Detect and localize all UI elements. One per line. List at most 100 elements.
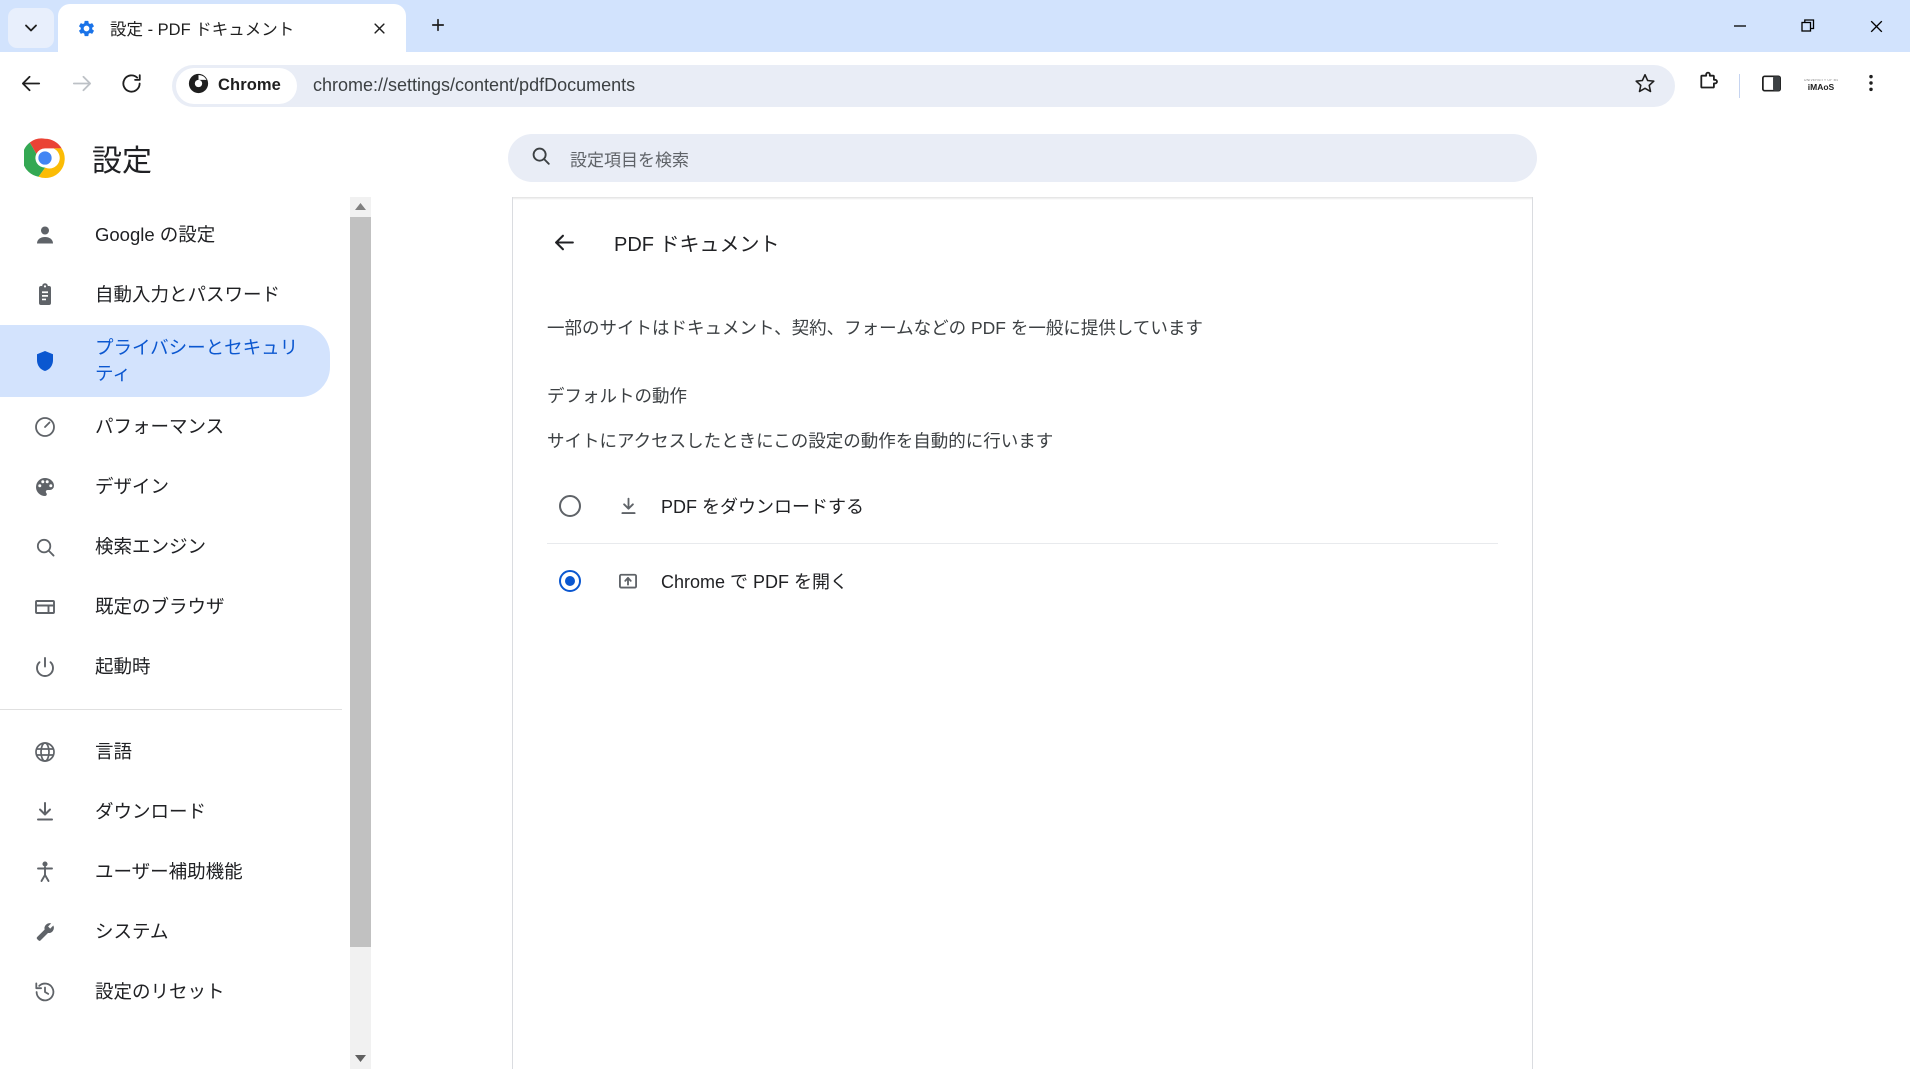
content-header: PDF ドキュメント — [547, 197, 1498, 273]
page-title: 設定 — [92, 136, 152, 180]
tab-strip: 設定 - PDF ドキュメント — [0, 0, 1910, 52]
radio-option-label: Chrome で PDF を開く — [661, 568, 848, 594]
download-icon — [32, 799, 58, 825]
radio-button[interactable] — [559, 495, 581, 517]
search-icon — [32, 534, 58, 560]
settings-sidebar: Google の設定 自動入力とパスワード プライバシーとセキュリティ パフォー… — [0, 197, 342, 1069]
sidebar-item-search-engine[interactable]: 検索エンジン — [0, 517, 330, 577]
window-maximize-button[interactable] — [1774, 0, 1842, 52]
sidebar-item-label: 言語 — [95, 739, 132, 765]
chrome-origin-chip[interactable]: Chrome — [176, 68, 297, 104]
sidebar-item-default-browser[interactable]: 既定のブラウザ — [0, 577, 330, 637]
settings-content-area: PDF ドキュメント 一部のサイトはドキュメント、契約、フォームなどの PDF … — [342, 197, 1910, 1069]
default-behavior-sublabel: サイトにアクセスしたときにこの設定の動作を自動的に行います — [547, 428, 1498, 453]
reload-button[interactable] — [106, 61, 156, 111]
chrome-chip-label: Chrome — [218, 76, 281, 95]
settings-page: 設定 設定項目を検索 Google の設定 自動入力とパスワード — [0, 119, 1910, 1069]
accessibility-icon — [32, 859, 58, 885]
window-controls — [1706, 0, 1910, 52]
sidebar-item-languages[interactable]: 言語 — [0, 722, 330, 782]
chrome-menu-button[interactable] — [1846, 61, 1896, 111]
speedometer-icon — [32, 414, 58, 440]
back-button[interactable] — [6, 61, 56, 111]
toolbar-divider — [1739, 74, 1740, 98]
tab-close-button[interactable] — [366, 15, 392, 41]
reload-icon — [120, 72, 143, 100]
radio-button[interactable] — [559, 570, 581, 592]
sidebar-item-label: ユーザー補助機能 — [95, 859, 243, 885]
sidebar-item-label: パフォーマンス — [95, 414, 224, 440]
default-behavior-label: デフォルトの動作 — [547, 383, 1498, 408]
sidebar-item-label: プライバシーとセキュリティ — [95, 335, 300, 386]
person-icon — [32, 222, 58, 248]
search-icon — [530, 145, 552, 172]
open-in-new-icon — [616, 569, 640, 593]
arrow-back-icon — [20, 72, 43, 100]
settings-content-card: PDF ドキュメント 一部のサイトはドキュメント、契約、フォームなどの PDF … — [512, 197, 1533, 1069]
avatar-image: UNIVERSITY OF Mu iMAoS — [1804, 79, 1838, 92]
avatar[interactable]: UNIVERSITY OF Mu iMAoS — [1804, 73, 1838, 99]
radio-option-open-in-chrome[interactable]: Chrome で PDF を開く — [547, 543, 1498, 617]
forward-button[interactable] — [56, 61, 106, 111]
three-dot-menu-icon — [1860, 72, 1882, 99]
url-text[interactable]: chrome://settings/content/pdfDocuments — [313, 75, 1623, 96]
sidebar-item-label: 設定のリセット — [95, 979, 225, 1005]
window-close-button[interactable] — [1842, 0, 1910, 52]
new-tab-button[interactable] — [418, 7, 458, 47]
sidebar-item-google[interactable]: Google の設定 — [0, 205, 330, 265]
address-bar[interactable]: Chrome chrome://settings/content/pdfDocu… — [172, 65, 1675, 107]
sidebar-item-appearance[interactable]: デザイン — [0, 457, 330, 517]
gear-icon — [76, 18, 96, 38]
window-minimize-button[interactable] — [1706, 0, 1774, 52]
settings-header: 設定 設定項目を検索 — [0, 119, 1910, 197]
browser-toolbar: Chrome chrome://settings/content/pdfDocu… — [0, 52, 1910, 119]
tab-title: 設定 - PDF ドキュメント — [110, 16, 366, 40]
tab-search-button[interactable] — [8, 8, 54, 48]
sidebar-item-autofill[interactable]: 自動入力とパスワード — [0, 265, 330, 325]
settings-body: Google の設定 自動入力とパスワード プライバシーとセキュリティ パフォー… — [0, 197, 1910, 1069]
sidebar-item-label: デザイン — [95, 474, 169, 500]
side-panel-icon — [1760, 72, 1783, 100]
default-behavior-radio-group: PDF をダウンロードする Chrome で PDF を開く — [547, 469, 1498, 617]
search-input[interactable]: 設定項目を検索 — [570, 146, 689, 171]
shield-icon — [32, 348, 58, 374]
chrome-icon — [188, 73, 209, 99]
sidebar-item-label: 自動入力とパスワード — [95, 282, 280, 308]
palette-icon — [32, 474, 58, 500]
radio-option-download-pdf[interactable]: PDF をダウンロードする — [547, 469, 1498, 543]
sidebar-item-label: システム — [95, 919, 168, 945]
avatar-label: iMAoS — [1808, 82, 1834, 92]
puzzle-icon — [1696, 71, 1720, 100]
sidebar-item-on-startup[interactable]: 起動時 — [0, 637, 330, 697]
sidebar-divider — [0, 709, 342, 710]
bookmark-button[interactable] — [1623, 68, 1667, 104]
globe-icon — [32, 739, 58, 765]
back-arrow-icon[interactable] — [547, 225, 581, 259]
sidebar-item-downloads[interactable]: ダウンロード — [0, 782, 330, 842]
radio-option-label: PDF をダウンロードする — [661, 493, 864, 519]
browser-window-icon — [32, 594, 58, 620]
chevron-down-icon — [21, 18, 41, 38]
settings-search-box[interactable]: 設定項目を検索 — [508, 134, 1537, 182]
sidebar-item-label: 検索エンジン — [95, 534, 206, 560]
plus-icon — [429, 16, 447, 39]
history-restore-icon — [32, 979, 58, 1005]
star-icon — [1634, 72, 1656, 99]
content-description: 一部のサイトはドキュメント、契約、フォームなどの PDF を一般に提供しています — [547, 315, 1498, 341]
browser-tab[interactable]: 設定 - PDF ドキュメント — [58, 4, 406, 52]
extensions-button[interactable] — [1683, 61, 1733, 111]
sidebar-item-reset-settings[interactable]: 設定のリセット — [0, 962, 330, 1022]
sidebar-item-label: ダウンロード — [95, 799, 206, 825]
sidebar-item-performance[interactable]: パフォーマンス — [0, 397, 330, 457]
sidebar-item-system[interactable]: システム — [0, 902, 330, 962]
wrench-icon — [32, 919, 58, 945]
sidebar-item-accessibility[interactable]: ユーザー補助機能 — [0, 842, 330, 902]
side-panel-button[interactable] — [1746, 61, 1796, 111]
sidebar-item-label: 既定のブラウザ — [95, 594, 225, 620]
content-title: PDF ドキュメント — [614, 228, 780, 257]
chrome-logo — [24, 137, 66, 179]
download-icon — [616, 494, 640, 518]
sidebar-item-privacy-security[interactable]: プライバシーとセキュリティ — [0, 325, 330, 397]
power-icon — [32, 654, 58, 680]
arrow-forward-icon — [70, 72, 93, 100]
